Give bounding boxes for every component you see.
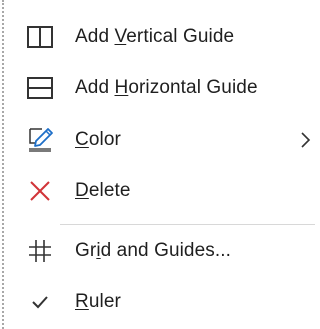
menu-item-label: Color: [75, 129, 121, 150]
menu-item-add-horizontal-guide[interactable]: Add Horizontal Guide: [6, 63, 320, 113]
vertical-guide-icon: [26, 23, 54, 51]
menu-item-label: Add Horizontal Guide: [75, 77, 258, 98]
grid-hash-icon: [26, 237, 54, 265]
menu-item-label: Grid and Guides...: [75, 240, 232, 261]
menu-item-ruler[interactable]: Ruler: [6, 277, 320, 327]
chevron-right-icon: [298, 131, 312, 149]
menu-item-add-vertical-guide[interactable]: Add Vertical Guide: [6, 12, 320, 62]
menu-item-label: Ruler: [75, 291, 121, 312]
menu-edge: [2, 0, 4, 329]
menu-item-grid-and-guides[interactable]: Grid and Guides...: [6, 226, 320, 276]
menu-item-label: Add Vertical Guide: [75, 26, 235, 47]
checkmark-icon: [26, 288, 54, 316]
menu-item-delete[interactable]: Delete: [6, 166, 320, 216]
pen-color-icon: [26, 126, 54, 154]
delete-x-icon: [26, 177, 54, 205]
menu-item-label: Delete: [75, 180, 131, 201]
menu-separator: [60, 224, 315, 225]
context-menu: Add Vertical Guide Add Horizontal Guide …: [0, 0, 320, 329]
horizontal-guide-icon: [26, 74, 54, 102]
menu-item-color[interactable]: Color: [6, 115, 320, 165]
